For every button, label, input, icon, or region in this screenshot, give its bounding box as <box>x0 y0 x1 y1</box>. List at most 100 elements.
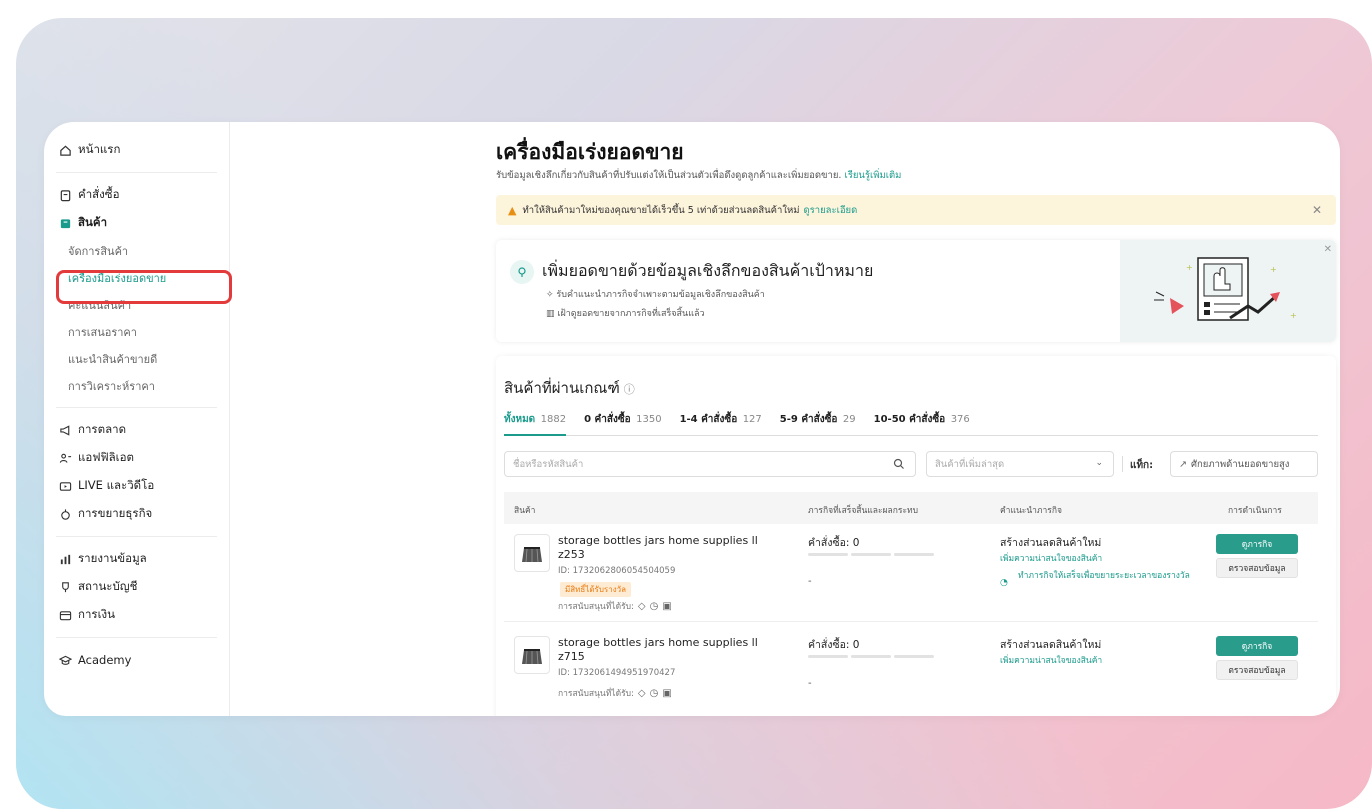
view-task-button[interactable]: ดูภารกิจ <box>1216 636 1298 656</box>
tab-count: 1882 <box>540 414 567 425</box>
timer-icon: ◔ <box>1000 578 1008 588</box>
alert-link[interactable]: ดูรายละเอียด <box>804 203 858 218</box>
chevron-down-icon: ⌄ <box>1095 458 1103 468</box>
tag-label: แท็ก: <box>1130 460 1154 471</box>
clipboard-icon <box>58 188 72 202</box>
product-name[interactable]: storage bottles jars home supplies ll z2… <box>558 534 778 562</box>
order-count: คำสั่งซื้อ: 0 <box>808 639 860 651</box>
view-task-button[interactable]: ดูภารกิจ <box>1216 534 1298 554</box>
learn-more-link[interactable]: เรียนรู้เพิ่มเติม <box>844 170 901 181</box>
recommendation-title: สร้างส่วนลดสินค้าใหม่ <box>1000 639 1102 651</box>
check-data-button[interactable]: ตรวจสอบข้อมูล <box>1216 660 1298 680</box>
clock-icon: ◷ <box>649 687 659 699</box>
progress-segment <box>894 655 934 658</box>
bookmark-icon: ▣ <box>662 687 672 699</box>
sidebar-item-affiliate[interactable]: แอฟฟิลิเอต <box>44 444 229 472</box>
support-label: การสนับสนุนที่ได้รับ: <box>558 689 634 699</box>
sidebar-item-label: การขยายธุรกิจ <box>78 506 153 520</box>
column-header-recommendation: คำแนะนำภารกิจ <box>1000 506 1062 516</box>
tab-label: 5-9 คำสั่งซื้อ <box>779 414 838 425</box>
sidebar-item-label: สินค้า <box>78 215 108 229</box>
task-progress-bars <box>808 655 937 658</box>
svg-text:+: + <box>1186 263 1193 272</box>
banner-line-sales: ▥ เฝ้าดูยอดขายจากภารกิจที่เสร็จสิ้นแล้ว <box>546 309 705 319</box>
close-icon[interactable]: ✕ <box>1312 203 1322 217</box>
table-row: storage bottles jars home supplies ll z7… <box>504 628 1318 716</box>
recommendation-task[interactable]: ทำภารกิจให้เสร็จเพื่อขยายระยะเวลาของรางว… <box>1018 570 1214 583</box>
sidebar-item-finance[interactable]: การเงิน <box>44 601 229 629</box>
help-icon[interactable]: ⓘ <box>624 383 635 396</box>
banner-line-text: รับคำแนะนำภารกิจจำเพาะตามข้อมูลเชิงลึกขอ… <box>556 290 765 300</box>
banner-title: เพิ่มยอดขายด้วยข้อมูลเชิงลึกของสินค้าเป้… <box>542 261 874 280</box>
sidebar-item-data[interactable]: รายงานข้อมูล <box>44 545 229 573</box>
progress-segment <box>851 553 891 556</box>
page-subtitle-text: รับข้อมูลเชิงลึกเกี่ยวกับสินค้าที่ปรับแต… <box>496 170 842 181</box>
sidebar-item-products[interactable]: สินค้า <box>44 209 229 237</box>
sidebar-subitem-recommend-bestsellers[interactable]: แนะนำสินค้าขายดี <box>44 345 229 372</box>
users-icon <box>58 451 72 465</box>
column-header-product: สินค้า <box>514 506 536 516</box>
search-icon[interactable] <box>893 458 905 473</box>
search-input[interactable]: ชื่อหรือรหัสสินค้า <box>504 451 916 477</box>
card-title-text: สินค้าที่ผ่านเกณฑ์ <box>504 379 620 397</box>
tab-label: 1-4 คำสั่งซื้อ <box>679 414 738 425</box>
tab-0-orders[interactable]: 0 คำสั่งซื้อ 1350 <box>584 412 661 435</box>
svg-text:+: + <box>1290 311 1297 320</box>
sidebar-item-marketing[interactable]: การตลาด <box>44 416 229 444</box>
warning-icon: ▲ <box>508 203 517 217</box>
tab-count: 1350 <box>636 414 662 425</box>
sidebar-subitem-price-offer[interactable]: การเสนอราคา <box>44 318 229 345</box>
tab-count: 29 <box>842 414 856 425</box>
divider <box>56 407 217 408</box>
tag-filter-button[interactable]: ↗ ศักยภาพด้านยอดขายสูง <box>1170 451 1318 477</box>
product-id: ID: 1732062806054504059 <box>558 566 676 576</box>
tag-value: ศักยภาพด้านยอดขายสูง <box>1190 458 1290 470</box>
filter-row: ชื่อหรือรหัสสินค้า สินค้าที่เพิ่มล่าสุด … <box>504 451 1318 477</box>
sidebar-subitem-manage-products[interactable]: จัดการสินค้า <box>44 237 229 264</box>
lightbulb-icon <box>510 260 534 284</box>
table-header: สินค้า ภารกิจที่เสร็จสิ้นและผลกระทบ คำแน… <box>504 492 1318 524</box>
recommendation-title: สร้างส่วนลดสินค้าใหม่ <box>1000 537 1102 549</box>
sidebar-item-home[interactable]: หน้าแรก <box>44 136 229 164</box>
product-id: ID: 1732061494951970427 <box>558 668 676 678</box>
sidebar-item-label: สถานะบัญชี <box>78 579 138 593</box>
support-label: การสนับสนุนที่ได้รับ: <box>558 602 634 612</box>
tab-label: 0 คำสั่งซื้อ <box>584 414 631 425</box>
close-icon[interactable]: ✕ <box>1324 244 1332 255</box>
divider <box>56 172 217 173</box>
graduation-cap-icon <box>58 653 72 667</box>
sidebar-item-live[interactable]: LIVE และวิดีโอ <box>44 472 229 500</box>
qualified-products-card: สินค้าที่ผ่านเกณฑ์ ⓘ ทั้งหมด 1882 0 คำสั่… <box>496 356 1336 716</box>
sort-select[interactable]: สินค้าที่เพิ่มล่าสุด ⌄ <box>926 451 1114 477</box>
recommendation-subtitle: เพิ่มความน่าสนใจของสินค้า <box>1000 656 1103 666</box>
sidebar: หน้าแรก คำสั่งซื้อ สินค้า จัดการสินค้า เ… <box>44 122 230 716</box>
product-name[interactable]: storage bottles jars home supplies ll z7… <box>558 636 778 664</box>
sidebar-subitem-sales-accelerator[interactable]: เครื่องมือเร่งยอดขาย <box>44 264 229 291</box>
tab-1-4-orders[interactable]: 1-4 คำสั่งซื้อ 127 <box>680 412 762 435</box>
sidebar-item-label: แอฟฟิลิเอต <box>78 450 134 464</box>
sidebar-subitem-price-analysis[interactable]: การวิเคราะห์ราคา <box>44 372 229 399</box>
tab-label: 10-50 คำสั่งซื้อ <box>873 414 946 425</box>
bar-chart-icon <box>58 552 72 566</box>
banner-illustration: + + + <box>1120 240 1336 342</box>
page-subtitle: รับข้อมูลเชิงลึกเกี่ยวกับสินค้าที่ปรับแต… <box>496 168 901 183</box>
tag-icon: ◇ <box>637 600 646 612</box>
progress-segment <box>808 655 848 658</box>
sidebar-item-label: LIVE และวิดีโอ <box>78 478 155 492</box>
tab-10-50-orders[interactable]: 10-50 คำสั่งซื้อ 376 <box>874 412 970 435</box>
sidebar-subitem-product-score[interactable]: คะแนนสินค้า <box>44 291 229 318</box>
sidebar-item-academy[interactable]: Academy <box>44 646 229 674</box>
page-title: เครื่องมือเร่งยอดขาย <box>496 140 684 164</box>
tab-all[interactable]: ทั้งหมด 1882 <box>504 412 567 436</box>
impact-value: - <box>808 678 812 689</box>
svg-text:+: + <box>1270 265 1277 274</box>
alert-banner: ▲ ทำให้สินค้ามาใหม่ของคุณขายได้เร็วขึ้น … <box>496 195 1336 225</box>
sidebar-item-growth[interactable]: การขยายธุรกิจ <box>44 500 229 528</box>
column-header-actions: การดำเนินการ <box>1228 506 1282 516</box>
megaphone-icon <box>58 423 72 437</box>
sidebar-item-account[interactable]: สถานะบัญชี <box>44 573 229 601</box>
check-data-button[interactable]: ตรวจสอบข้อมูล <box>1216 558 1298 578</box>
trend-up-icon: ↗ <box>1179 458 1187 470</box>
sidebar-item-orders[interactable]: คำสั่งซื้อ <box>44 181 229 209</box>
tab-5-9-orders[interactable]: 5-9 คำสั่งซื้อ 29 <box>780 412 856 435</box>
